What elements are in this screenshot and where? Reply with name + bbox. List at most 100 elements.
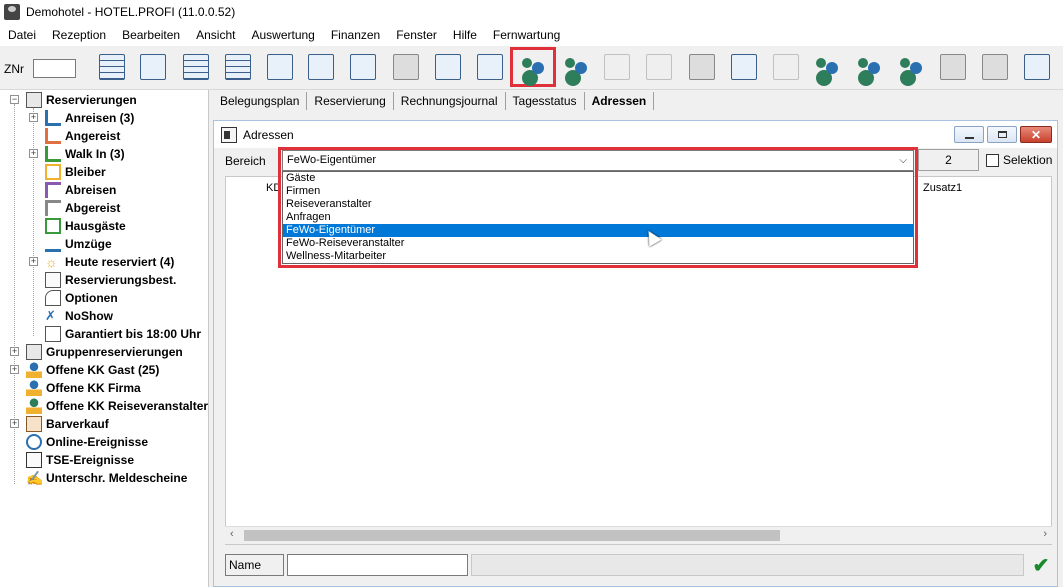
toolbar-chart-button[interactable] — [305, 51, 337, 83]
tab-tagesstatus[interactable]: Tagesstatus — [506, 92, 585, 110]
toolbar-invoice-button[interactable] — [474, 51, 506, 83]
tree-item-optionen[interactable]: Optionen — [45, 289, 118, 307]
toolbar-spa-button[interactable] — [390, 51, 422, 83]
toolbar-query-button[interactable] — [222, 51, 254, 83]
tree-item-garantiert[interactable]: Garantiert bis 18:00 Uhr — [45, 325, 201, 343]
expand-barverkauf-button[interactable]: + — [10, 419, 19, 428]
toolbar-user-out-button[interactable] — [895, 51, 927, 83]
tree-item-gruppenreservierungen[interactable]: Gruppenreservierungen — [26, 343, 183, 361]
toolbar-key-button[interactable] — [686, 51, 718, 83]
tab-reservierung[interactable]: Reservierung — [307, 92, 394, 110]
toolbar-guest-help-button[interactable] — [560, 51, 592, 83]
tab-rechnungsjournal[interactable]: Rechnungsjournal — [394, 92, 506, 110]
toolbar-preview-button[interactable] — [643, 51, 675, 83]
tree-item-barverkauf[interactable]: Barverkauf — [26, 415, 109, 433]
printer-icon — [604, 54, 630, 80]
tree-item-hausgaeste[interactable]: Hausgäste — [45, 217, 126, 235]
stayer-square-icon — [45, 164, 61, 180]
menu-ansicht[interactable]: Ansicht — [188, 24, 243, 46]
scrollbar-thumb[interactable] — [244, 530, 780, 541]
menu-fernwartung[interactable]: Fernwartung — [485, 24, 568, 46]
tree-item-umzuege[interactable]: Umzüge — [45, 235, 112, 253]
menu-rezeption[interactable]: Rezeption — [44, 24, 114, 46]
toolbar-import-button[interactable] — [264, 51, 296, 83]
invoice-icon — [477, 54, 503, 80]
toolbar-print-button[interactable] — [601, 51, 633, 83]
expand-gruppen-button[interactable]: + — [10, 347, 19, 356]
tree-item-abreisen[interactable]: Abreisen — [45, 181, 116, 199]
room-move-icon — [45, 236, 61, 252]
signature-icon: ✍ — [26, 470, 44, 486]
toolbar-user-in-button[interactable] — [853, 51, 885, 83]
selektion-checkbox[interactable]: Selektion — [986, 153, 1052, 167]
record-count: 2 — [918, 149, 979, 171]
tab-belegungsplan[interactable]: Belegungsplan — [213, 92, 308, 110]
collapse-reservierungen-button[interactable]: − — [10, 95, 19, 104]
calendar-clock-icon — [45, 326, 61, 342]
znr-input[interactable] — [33, 59, 76, 78]
user-arrow-out-icon — [898, 54, 924, 80]
reservation-list-icon — [140, 54, 166, 80]
menu-bearbeiten[interactable]: Bearbeiten — [114, 24, 188, 46]
tree-item-abgereist[interactable]: Abgereist — [45, 199, 120, 217]
tree-item-reservierungsbest[interactable]: Reservierungsbest. — [45, 271, 176, 289]
expand-walkin-button[interactable]: + — [29, 149, 38, 158]
key-computer-icon — [689, 54, 715, 80]
column-header-zusatz1[interactable]: Zusatz1 — [923, 182, 962, 194]
tree-item-unterschr-meldescheine[interactable]: ✍ Unterschr. Meldescheine — [26, 469, 187, 487]
znr-label: ZNr — [4, 62, 24, 76]
plus-service-icon — [350, 54, 376, 80]
tree-item-angereist[interactable]: Angereist — [45, 127, 120, 145]
tree-item-offene-kk-firma[interactable]: Offene KK Firma — [26, 379, 141, 397]
toolbar-phone-button[interactable] — [1021, 51, 1053, 83]
toolbar-journal-button[interactable] — [432, 51, 464, 83]
tree-item-noshow[interactable]: ✗ NoShow — [45, 307, 113, 325]
tree-item-tse-ereignisse[interactable]: TSE-Ereignisse — [26, 451, 134, 469]
arrow-into-list-icon — [267, 54, 293, 80]
name-search-input[interactable] — [287, 554, 468, 576]
checkbox-box[interactable] — [986, 153, 999, 167]
toolbar-adressen-button[interactable] — [510, 47, 556, 87]
scroll-right-icon[interactable]: › — [1043, 528, 1047, 540]
tree-item-online-ereignisse[interactable]: Online-Ereignisse — [26, 433, 148, 451]
tree-item-offene-kk-gast[interactable]: Offene KK Gast (25) — [26, 361, 159, 379]
expand-anreisen-button[interactable]: + — [29, 113, 38, 122]
toolbar-zimmer-button[interactable] — [180, 51, 212, 83]
confirm-checkmark-button[interactable]: ✔ — [1028, 552, 1054, 578]
toolbar-add-service-button[interactable] — [347, 51, 379, 83]
tree-item-offene-kk-reiseveranstalter[interactable]: Offene KK Reiseveranstalter — [26, 397, 208, 415]
expand-kk-gast-button[interactable]: + — [10, 365, 19, 374]
menu-auswertung[interactable]: Auswertung — [243, 24, 322, 46]
company-card-icon — [26, 380, 42, 396]
journal-icon — [435, 54, 461, 80]
toolbar-reservierung-button[interactable] — [137, 51, 169, 83]
tree-item-bleiber[interactable]: Bleiber — [45, 163, 106, 181]
menu-fenster[interactable]: Fenster — [388, 24, 445, 46]
restore-button[interactable] — [987, 126, 1017, 143]
toolbar-users-button[interactable] — [811, 51, 843, 83]
toolbar-mail-button[interactable] — [770, 51, 802, 83]
tree-item-walk-in[interactable]: Walk In (3) — [45, 145, 125, 163]
adressen-title-bar: Adressen ✕ — [214, 121, 1057, 148]
status-field — [471, 554, 1024, 576]
menu-finanzen[interactable]: Finanzen — [323, 24, 388, 46]
menu-datei[interactable]: Datei — [0, 24, 44, 46]
toolbar-edit-button[interactable] — [728, 51, 760, 83]
title-bar: Demohotel - HOTEL.PROFI (11.0.0.52) — [0, 0, 1063, 24]
toolbar-recycle-button[interactable] — [979, 51, 1011, 83]
horizontal-scrollbar[interactable]: ‹ › — [225, 526, 1052, 544]
address-book-icon — [221, 126, 237, 143]
close-button[interactable]: ✕ — [1020, 126, 1052, 143]
tree-item-heute-reserviert[interactable]: ☼ Heute reserviert (4) — [45, 253, 174, 271]
people-question-icon — [563, 54, 589, 80]
tree-item-reservierungen[interactable]: Reservierungen — [26, 91, 137, 109]
expand-heute-button[interactable]: + — [29, 257, 38, 266]
toolbar-belegungsplan-button[interactable] — [96, 51, 128, 83]
menu-hilfe[interactable]: Hilfe — [445, 24, 485, 46]
mail-icon — [773, 54, 799, 80]
tab-adressen[interactable]: Adressen — [585, 92, 655, 110]
tree-item-anreisen[interactable]: Anreisen (3) — [45, 109, 134, 127]
minimize-button[interactable] — [954, 126, 984, 143]
toolbar-checklist-button[interactable] — [937, 51, 969, 83]
scroll-left-icon[interactable]: ‹ — [230, 528, 234, 540]
